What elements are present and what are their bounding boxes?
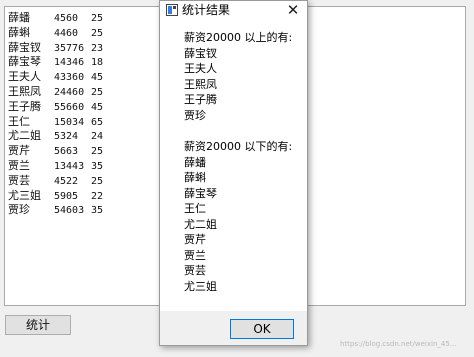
stat-button[interactable]: 统计	[5, 315, 71, 335]
record-salary: 4560	[54, 13, 79, 24]
record-age: 25	[91, 13, 104, 24]
result-name: 贾芹	[184, 233, 206, 246]
record-age: 25	[91, 27, 104, 39]
result-name: 贾珍	[184, 108, 206, 122]
result-name: 王熙凤	[184, 77, 217, 91]
above-names-list: 薛宝钗王夫人王熙凤王子腾贾珍	[184, 46, 304, 124]
result-dialog: 统计结果 ✕ 薪资20000 以上的有: 薛宝钗王夫人王熙凤王子腾贾珍 薪资20…	[159, 0, 308, 346]
record-row: 王熙凤 24460 25	[8, 85, 103, 100]
record-age: 45	[91, 101, 104, 113]
record-row: 薛蝌 4460 25	[8, 26, 103, 41]
record-salary: 43360	[54, 72, 85, 84]
result-name: 薛宝琴	[184, 186, 217, 200]
record-name: 尤二姐	[8, 129, 41, 143]
record-salary: 5905	[54, 190, 79, 202]
records-list: 薛蟠 4560 25 薛蝌 4460 25 薛宝钗 35776 23 薛宝琴 14346 18 王夫人 4…	[8, 11, 103, 218]
record-row: 王夫人 43360 45	[8, 70, 103, 85]
record-name: 薛宝琴	[8, 55, 41, 69]
record-row: 尤二姐 5324 24	[8, 129, 103, 144]
record-row: 贾芹 5663 25	[8, 144, 103, 159]
record-age: 45	[91, 72, 104, 84]
record-salary: 15034	[54, 116, 85, 128]
record-row: 贾芸 4522 25	[8, 174, 103, 189]
record-age: 25	[91, 146, 104, 158]
record-age: 25	[91, 175, 104, 187]
record-salary: 4460	[54, 27, 79, 39]
result-name: 薛蟠	[184, 155, 206, 169]
record-salary: 13443	[54, 160, 85, 172]
record-name: 贾芸	[8, 173, 30, 187]
record-salary: 54603	[54, 205, 85, 217]
ok-button[interactable]: OK	[230, 319, 294, 339]
record-age: 25	[91, 86, 104, 98]
result-name: 薛蝌	[184, 171, 206, 184]
record-name: 尤三姐	[8, 188, 41, 202]
dialog-title: 统计结果	[182, 3, 231, 17]
close-icon[interactable]: ✕	[279, 1, 307, 19]
dialog-footer: OK	[160, 311, 307, 345]
record-salary: 24460	[54, 86, 85, 98]
record-age: 35	[91, 205, 104, 217]
record-salary: 5324	[54, 131, 79, 143]
record-age: 18	[91, 57, 104, 69]
record-salary: 5663	[54, 146, 79, 158]
record-age: 23	[91, 42, 104, 54]
result-name: 王子腾	[184, 93, 217, 106]
result-name: 王夫人	[184, 62, 217, 75]
dialog-message: 薪资20000 以上的有: 薛宝钗王夫人王熙凤王子腾贾珍 薪资20000 以下的…	[184, 30, 304, 294]
record-salary: 14346	[54, 57, 85, 69]
record-age: 35	[91, 160, 104, 172]
result-name: 贾芸	[184, 264, 206, 277]
dialog-titlebar[interactable]: 统计结果 ✕	[160, 1, 307, 19]
watermark: https://blog.csdn.net/weixin_45...	[340, 340, 457, 348]
record-name: 贾珍	[8, 203, 30, 217]
record-row: 贾珍 54603 35	[8, 203, 103, 218]
record-name: 王仁	[8, 114, 30, 128]
record-age: 22	[91, 190, 104, 202]
record-name: 薛蝌	[8, 25, 30, 39]
record-name: 贾芹	[8, 144, 30, 158]
below-names-list: 薛蟠薛蝌薛宝琴王仁尤二姐贾芹贾兰贾芸尤三姐	[184, 155, 304, 295]
record-name: 王子腾	[8, 99, 41, 113]
record-age: 65	[91, 116, 104, 128]
record-salary: 55660	[54, 101, 85, 113]
record-name: 王夫人	[8, 70, 41, 84]
result-name: 王仁	[184, 202, 206, 215]
record-name: 王熙凤	[8, 84, 41, 98]
result-name: 尤二姐	[184, 217, 217, 231]
below-heading: 薪资20000 以下的有:	[184, 140, 293, 153]
above-heading: 薪资20000 以上的有:	[184, 31, 293, 44]
record-row: 薛宝钗 35776 23	[8, 41, 103, 56]
result-name: 贾兰	[184, 248, 206, 262]
result-name: 薛宝钗	[184, 46, 217, 60]
record-name: 贾兰	[8, 158, 30, 172]
app-icon	[166, 4, 178, 16]
result-name: 尤三姐	[184, 279, 217, 293]
record-row: 王子腾 55660 45	[8, 100, 103, 115]
record-row: 薛宝琴 14346 18	[8, 55, 103, 70]
record-row: 薛蟠 4560 25	[8, 11, 103, 26]
record-row: 王仁 15034 65	[8, 115, 103, 130]
record-row: 贾兰 13443 35	[8, 159, 103, 174]
record-age: 24	[91, 131, 104, 143]
record-row: 尤三姐 5905 22	[8, 189, 103, 204]
record-salary: 35776	[54, 42, 85, 54]
record-name: 薛蟠	[8, 11, 30, 24]
record-name: 薛宝钗	[8, 40, 41, 54]
record-salary: 4522	[54, 175, 79, 187]
